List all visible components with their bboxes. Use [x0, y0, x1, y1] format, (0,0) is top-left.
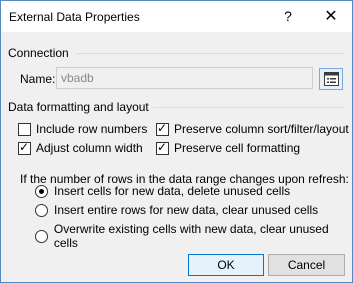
connection-section-label: Connection [8, 46, 69, 60]
radio-overwrite-cells-label: Overwrite existing cells with new data, … [53, 222, 329, 250]
help-button[interactable]: ? [271, 1, 305, 32]
preserve-formatting-checkbox[interactable]: ✓ Preserve cell formatting [156, 139, 301, 155]
radio-overwrite-cells[interactable]: Overwrite existing cells with new data, … [35, 222, 352, 250]
preserve-sort-label: Preserve column sort/filter/layout [174, 122, 349, 136]
formatting-divider [153, 107, 344, 108]
name-label: Name: [20, 72, 56, 86]
radio-insert-cells-label: Insert cells for new data, delete unused… [54, 184, 291, 198]
radio-insert-rows-label: Insert entire rows for new data, clear u… [54, 203, 319, 217]
ok-button[interactable]: OK [188, 254, 264, 276]
include-row-numbers-label: Include row numbers [36, 122, 148, 136]
radio-selected-dot [39, 188, 44, 194]
adjust-column-width-box[interactable]: ✓ [18, 139, 31, 155]
preserve-sort-checkbox[interactable]: ✓ Preserve column sort/filter/layout [156, 120, 349, 136]
title-bar: External Data Properties ? ✕ [1, 1, 352, 32]
check-mark-icon: ✓ [157, 120, 168, 135]
close-button[interactable]: ✕ [312, 1, 350, 32]
dialog-title: External Data Properties [9, 10, 140, 24]
radio-insert-rows-circle[interactable] [35, 203, 48, 217]
radio-overwrite-cells-circle[interactable] [35, 229, 48, 243]
check-mark-icon: ✓ [157, 139, 168, 154]
name-input[interactable]: vbadb [56, 67, 313, 89]
preserve-formatting-label: Preserve cell formatting [174, 141, 301, 155]
connection-properties-icon [324, 72, 339, 86]
radio-insert-rows[interactable]: Insert entire rows for new data, clear u… [35, 203, 318, 217]
cancel-button[interactable]: Cancel [268, 254, 345, 276]
adjust-column-width-checkbox[interactable]: ✓ Adjust column width [18, 139, 143, 155]
connection-properties-button[interactable] [319, 68, 343, 90]
preserve-sort-box[interactable]: ✓ [156, 120, 169, 136]
formatting-section-label: Data formatting and layout [8, 100, 149, 114]
check-mark-icon: ✓ [19, 139, 30, 154]
preserve-formatting-box[interactable]: ✓ [156, 139, 169, 155]
radio-insert-cells-circle[interactable] [35, 184, 48, 198]
adjust-column-width-label: Adjust column width [36, 141, 143, 155]
radio-insert-cells[interactable]: Insert cells for new data, delete unused… [35, 184, 290, 198]
external-data-properties-dialog: External Data Properties ? ✕ Connection … [0, 0, 353, 283]
connection-divider [76, 53, 344, 54]
include-row-numbers-box[interactable] [18, 122, 31, 136]
include-row-numbers-checkbox[interactable]: Include row numbers [18, 122, 147, 136]
